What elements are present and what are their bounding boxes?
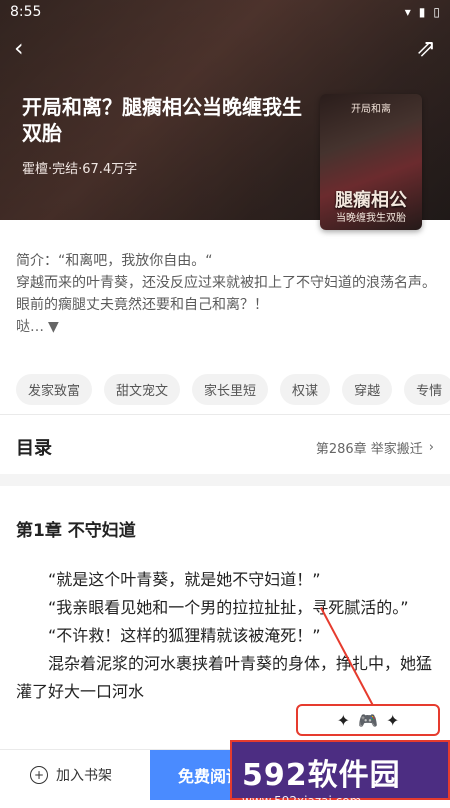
tag-chip[interactable]: 甜文宠文 bbox=[104, 374, 181, 405]
status-icons: ▾ ▮ ▯ bbox=[405, 5, 440, 19]
back-button[interactable]: ‹ bbox=[14, 36, 24, 60]
tag-chip[interactable]: 权谋 bbox=[280, 374, 331, 405]
chevron-right-icon: › bbox=[428, 439, 434, 455]
watermark-url: www.592xiazai.com bbox=[242, 794, 362, 808]
intro-expand[interactable]: 哒… ▼ bbox=[16, 316, 59, 338]
cover-subtitle: 当晚缠我生双胎 bbox=[336, 213, 406, 224]
status-bar: 8:55 ▾ ▮ ▯ bbox=[0, 2, 450, 22]
wifi-icon: ▾ bbox=[404, 5, 411, 19]
signal-icon: ▮ bbox=[418, 5, 426, 19]
intro-line: 简介：“和离吧，我放你自由。“ bbox=[16, 253, 213, 269]
cover-top-text: 开局和离 bbox=[351, 104, 391, 115]
add-to-shelf-label: 加入书架 bbox=[56, 768, 112, 784]
tag-chip[interactable]: 发家致富 bbox=[16, 374, 93, 405]
chapter-title: 第1章 不守妇道 bbox=[16, 521, 136, 541]
chevron-down-icon: ▼ bbox=[48, 319, 59, 335]
sparkle-icon: ✦ bbox=[336, 710, 351, 730]
book-title: 开局和离？腿瘸相公当晚缠我生双胎 bbox=[22, 95, 302, 145]
content-paragraph: 混杂着泥浆的河水裹挟着叶青葵的身体，挣扎中，她猛灌了好大一口河水 bbox=[16, 654, 433, 701]
share-icon: ⇗ bbox=[415, 34, 436, 62]
watermark-logo: 592软件园 www.592xiazai.com bbox=[230, 740, 450, 808]
latest-chapter-text: 第286章 举家搬迁 bbox=[315, 441, 423, 457]
tag-chip[interactable]: 专情 bbox=[404, 374, 450, 405]
intro-more-text: 哒… bbox=[16, 319, 44, 335]
section-gap bbox=[0, 474, 450, 486]
status-time: 8:55 bbox=[10, 4, 42, 20]
tag-chip[interactable]: 家长里短 bbox=[192, 374, 269, 405]
toc-row[interactable]: 目录 第286章 举家搬迁 › bbox=[16, 434, 434, 460]
tag-list: 发家致富 甜文宠文 家长里短 权谋 穿越 专情 bbox=[16, 374, 450, 405]
divider bbox=[0, 414, 450, 415]
sparkle-icon: ✦ bbox=[385, 710, 400, 730]
content-paragraph: “就是这个叶青葵，就是她不守妇道！” bbox=[48, 570, 321, 589]
share-button[interactable]: ⇗ bbox=[416, 36, 436, 60]
floating-game-widget[interactable]: ✦ 🎮 ✦ bbox=[296, 704, 440, 736]
battery-icon: ▯ bbox=[433, 5, 440, 19]
gamepad-icon: 🎮 bbox=[358, 710, 378, 730]
toc-label: 目录 bbox=[16, 438, 52, 459]
watermark-title: 592软件园 bbox=[242, 758, 401, 793]
chapter-content: “就是这个叶青葵，就是她不守妇道！” “我亲眼看见她和一个男的拉拉扯扯，寻死腻活… bbox=[16, 566, 434, 706]
book-cover[interactable]: 开局和离 腿瘸相公 当晚缠我生双胎 bbox=[320, 94, 422, 230]
latest-chapter[interactable]: 第286章 举家搬迁 › bbox=[316, 438, 434, 457]
intro-line: 穿越而来的叶青葵，还没反应过来就被扣上了不守妇道的浪荡名声。 bbox=[16, 275, 436, 291]
tag-chip[interactable]: 穿越 bbox=[342, 374, 393, 405]
intro-line: 眼前的瘸腿丈夫竟然还要和自己和离？！ bbox=[16, 297, 268, 313]
book-meta: 霍檀·完结·67.4万字 bbox=[22, 162, 138, 177]
chevron-left-icon: ‹ bbox=[14, 34, 24, 62]
content-paragraph: “我亲眼看见她和一个男的拉拉扯扯，寻死腻活的。” bbox=[48, 598, 409, 617]
book-intro: 简介：“和离吧，我放你自由。“ 穿越而来的叶青葵，还没反应过来就被扣上了不守妇道… bbox=[16, 250, 436, 338]
plus-icon: + bbox=[30, 766, 48, 784]
add-to-shelf-button[interactable]: + 加入书架 bbox=[30, 765, 112, 785]
content-paragraph: “不许救！这样的狐狸精就该被淹死！” bbox=[48, 626, 321, 645]
